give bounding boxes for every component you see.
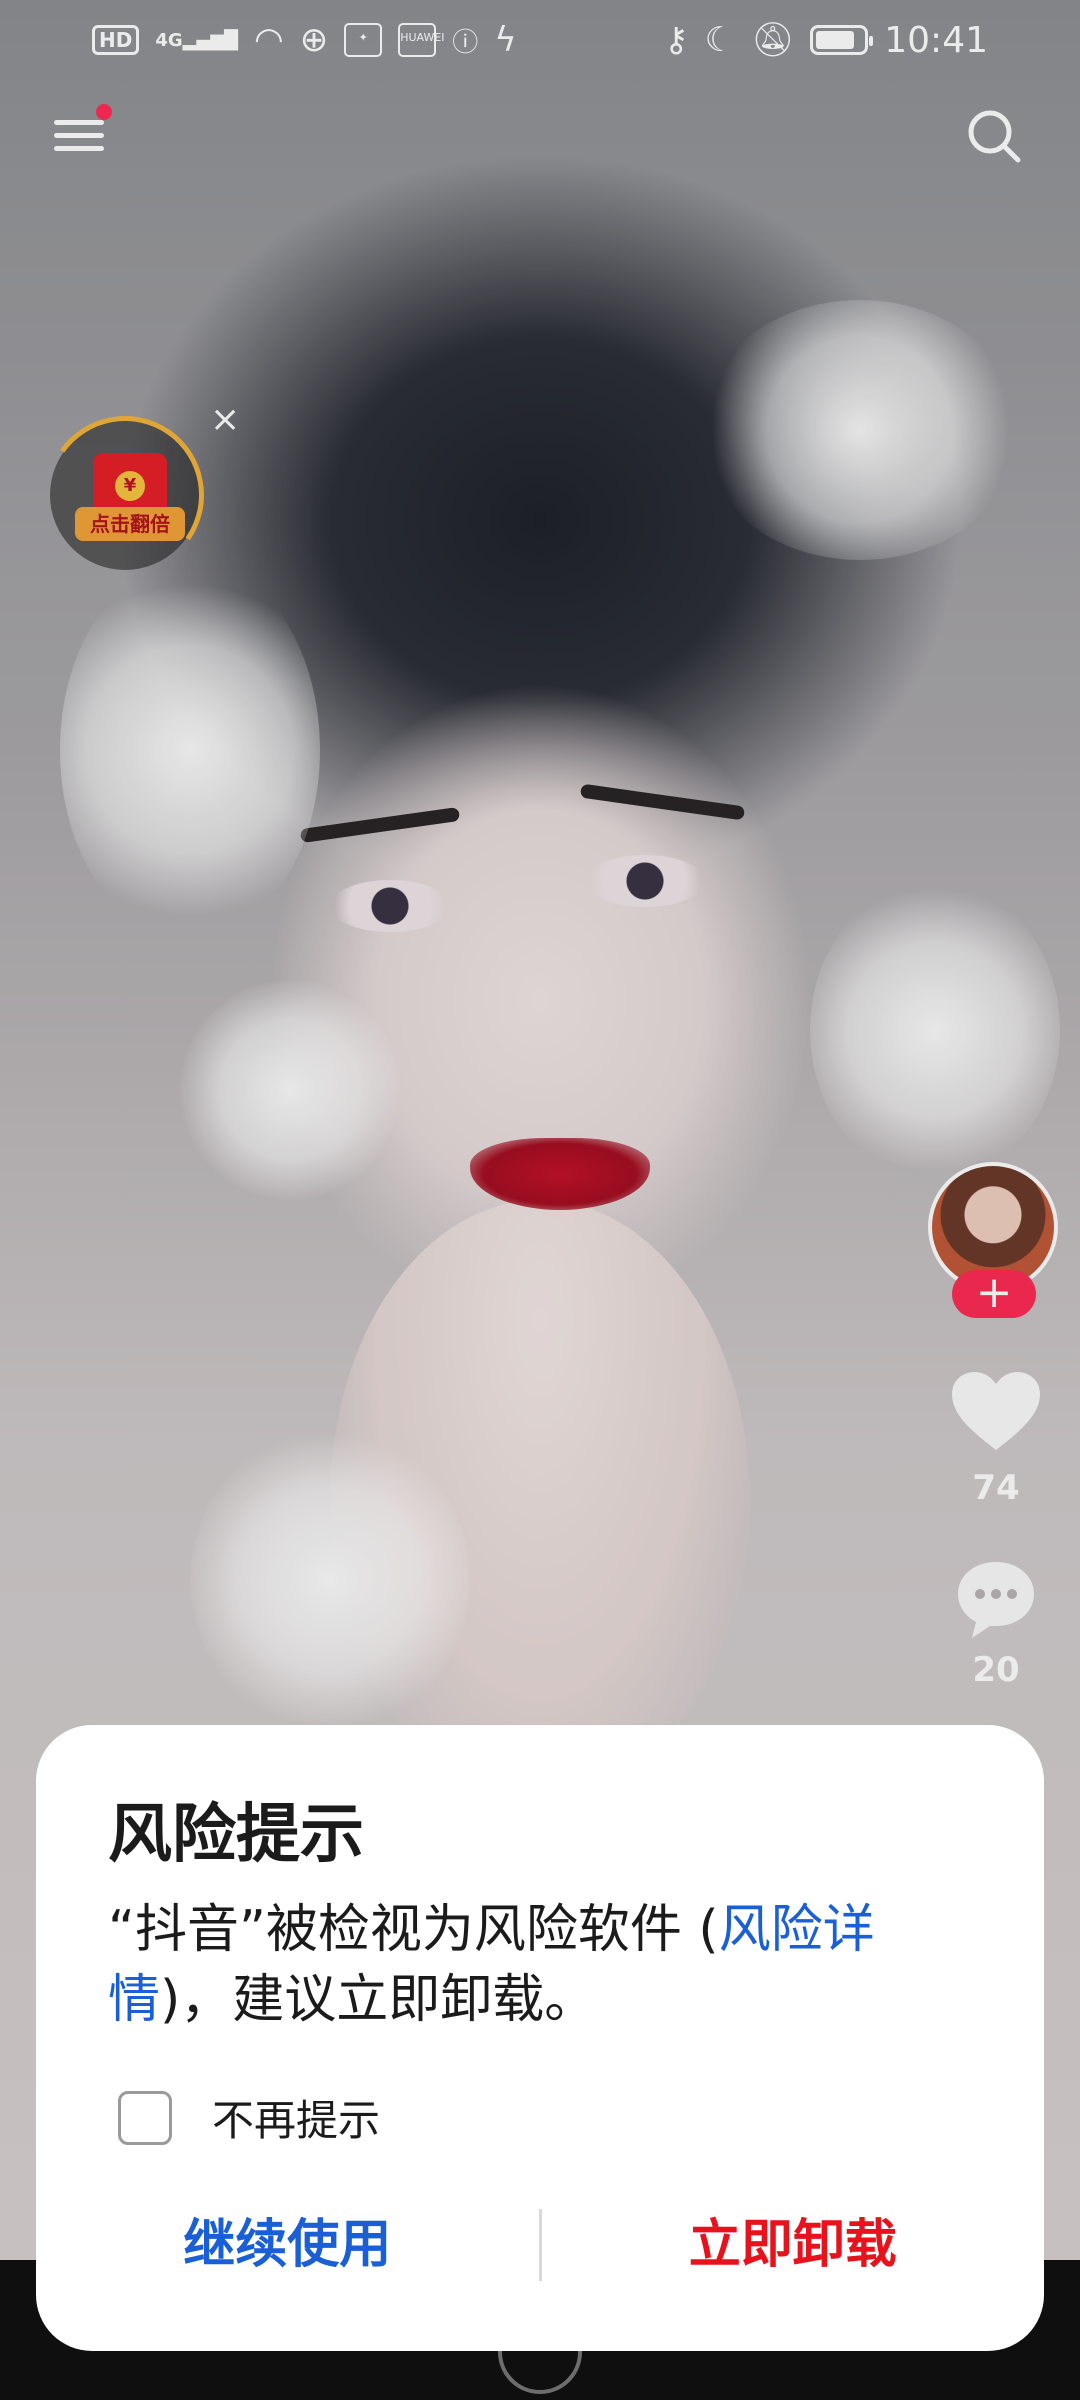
dont-show-again-checkbox[interactable] <box>118 2090 172 2145</box>
risk-warning-dialog: 风险提示 “抖音”被检视为风险软件 (风险详情)，建议立即卸载。 不再提示 继续… <box>36 1725 1044 2351</box>
dialog-actions: 继续使用 立即卸载 <box>36 2205 1044 2285</box>
uninstall-button[interactable]: 立即卸载 <box>542 2205 1045 2285</box>
dont-show-again-row[interactable]: 不再提示 <box>118 2087 380 2148</box>
message-suffix: )，建议立即卸载。 <box>160 1970 597 2030</box>
continue-button[interactable]: 继续使用 <box>36 2205 539 2285</box>
dont-show-again-label: 不再提示 <box>212 2096 381 2145</box>
dialog-title: 风险提示 <box>108 1798 364 1872</box>
message-prefix: “抖音”被检视为风险软件 ( <box>108 1900 719 1960</box>
douyin-screen: HD 4G▂▄▆█ ◠ ⊕ ✦ HUAWEI ⓘ ϟ ⚷ ☾ 🔕︎ 10:41 … <box>0 0 1080 2400</box>
dialog-message: “抖音”被检视为风险软件 (风险详情)，建议立即卸载。 <box>108 1895 968 2035</box>
